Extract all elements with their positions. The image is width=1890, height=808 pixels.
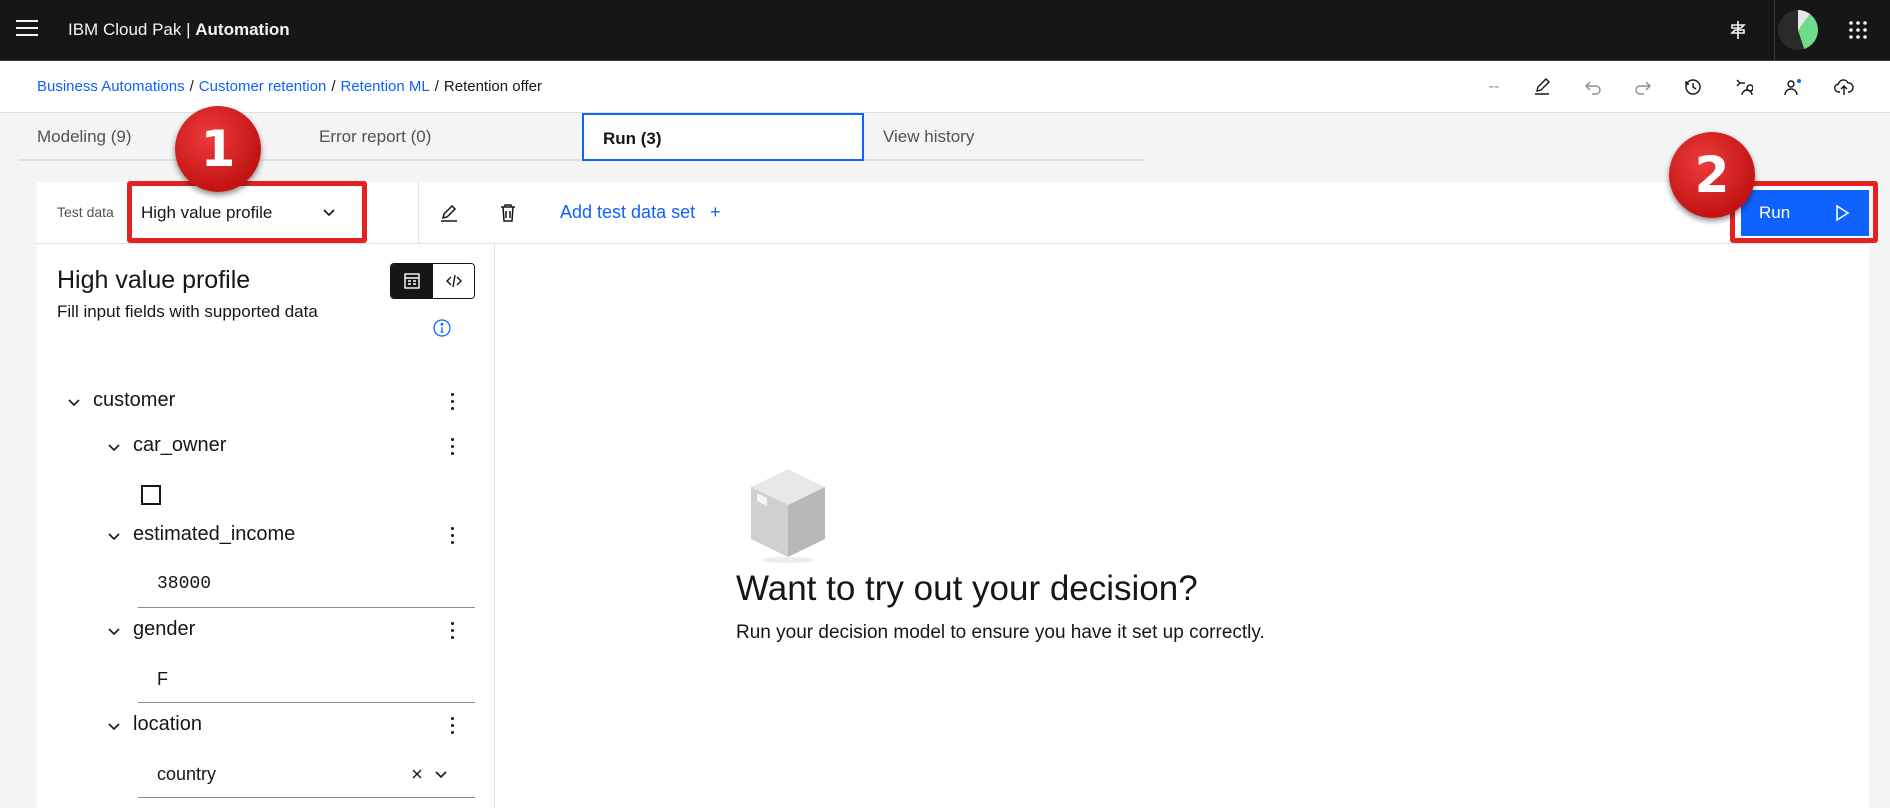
location-select[interactable]: country (138, 752, 475, 798)
tree-label-gender: gender (133, 618, 196, 640)
add-test-data-set-label: Add test data set (560, 202, 696, 222)
tab-view-history[interactable]: View history (864, 113, 1145, 161)
upload-cloud-icon[interactable] (1830, 73, 1858, 101)
breadcrumb-separator: / (331, 78, 336, 95)
tree-node-location: location (106, 712, 446, 742)
chevron-down-icon[interactable] (106, 718, 122, 734)
chevron-down-icon[interactable] (433, 766, 449, 782)
callout-badge-1: 1 (175, 106, 261, 192)
test-data-label: Test data (57, 204, 114, 220)
chevron-down-icon[interactable] (106, 528, 122, 544)
breadcrumb-customer-retention[interactable]: Customer retention (199, 78, 327, 95)
app-switcher-icon[interactable] (1842, 14, 1874, 46)
panel-subtitle: Fill input fields with supported data (57, 302, 318, 321)
divider (418, 182, 419, 244)
plus-icon: + (710, 202, 721, 222)
info-icon[interactable] (432, 318, 452, 338)
overflow-menu-icon[interactable] (449, 438, 455, 456)
clear-icon[interactable] (409, 766, 425, 782)
form-view-icon (404, 273, 420, 289)
tab-error-report[interactable]: Error report (0) (300, 113, 582, 161)
product-name: IBM Cloud Pak | Automation (68, 20, 290, 40)
share-users-icon[interactable] (1729, 73, 1757, 101)
tree-node-estimated-income: estimated_income (106, 522, 446, 552)
tree-label-estimated-income: estimated_income (133, 523, 296, 545)
run-card: Test data High value profile Add test da… (37, 182, 1869, 808)
breadcrumb: Business Automations / Customer retention /… (37, 78, 542, 95)
overflow-menu-icon[interactable] (449, 393, 455, 411)
tree-label-car-owner: car_owner (133, 434, 227, 456)
location-select-value: country (157, 764, 217, 784)
brand-bold: Automation (195, 20, 290, 39)
edit-icon[interactable] (1528, 73, 1556, 101)
history-icon[interactable] (1679, 73, 1707, 101)
tab-run[interactable]: Run (3) (582, 113, 864, 161)
add-test-data-set-link[interactable]: Add test data set + (560, 202, 721, 223)
chevron-down-icon[interactable] (106, 623, 122, 639)
code-icon (446, 274, 462, 288)
empty-state-title: Want to try out your decision? (736, 569, 1198, 608)
delete-test-data-icon[interactable] (494, 199, 522, 227)
breadcrumb-current: Retention offer (443, 78, 543, 95)
brand-prefix: IBM Cloud Pak | (68, 20, 196, 39)
empty-box-illustration (751, 469, 825, 563)
signpost-icon[interactable] (1722, 14, 1754, 46)
user-avatar[interactable] (1778, 10, 1818, 50)
car-owner-checkbox[interactable] (141, 485, 161, 505)
breadcrumb-retention-ml[interactable]: Retention ML (341, 78, 430, 95)
panel-title: High value profile (57, 266, 251, 294)
edit-test-data-icon[interactable] (435, 199, 463, 227)
tree-node-car-owner: car_owner (106, 433, 446, 463)
breadcrumb-business-automations[interactable]: Business Automations (37, 78, 185, 95)
tree-label-location: location (133, 713, 202, 735)
form-view-button[interactable] (391, 264, 433, 298)
chevron-down-icon[interactable] (106, 439, 122, 455)
callout-highlight-dropdown (127, 181, 367, 243)
tree-node-gender: gender (106, 617, 446, 647)
overflow-menu-icon[interactable] (449, 622, 455, 640)
redo-icon[interactable] (1629, 73, 1657, 101)
breadcrumb-toolbar: Business Automations / Customer retention /… (0, 61, 1890, 113)
tree-node-customer: customer (66, 388, 466, 418)
chevron-down-icon[interactable] (66, 394, 82, 410)
estimated-income-input[interactable]: 38000 (138, 562, 475, 608)
breadcrumb-separator: / (189, 78, 194, 95)
menu-icon[interactable] (16, 20, 38, 40)
header-divider (1774, 0, 1775, 61)
callout-badge-2: 2 (1669, 132, 1755, 218)
callout-highlight-run (1730, 181, 1878, 243)
empty-state-subtitle: Run your decision model to ensure you ha… (736, 622, 1265, 643)
top-header: IBM Cloud Pak | Automation (0, 0, 1890, 61)
code-view-button[interactable] (433, 264, 474, 298)
tree-label-customer: customer (93, 389, 176, 411)
overflow-menu-icon[interactable] (449, 527, 455, 545)
view-switcher (390, 263, 475, 299)
undo-icon[interactable] (1579, 73, 1607, 101)
collaborator-icon[interactable] (1779, 73, 1807, 101)
overflow-menu-icon[interactable] (449, 717, 455, 735)
gender-input[interactable]: F (138, 657, 475, 703)
status-dashes: -- (1488, 78, 1500, 95)
breadcrumb-separator: / (434, 78, 439, 95)
